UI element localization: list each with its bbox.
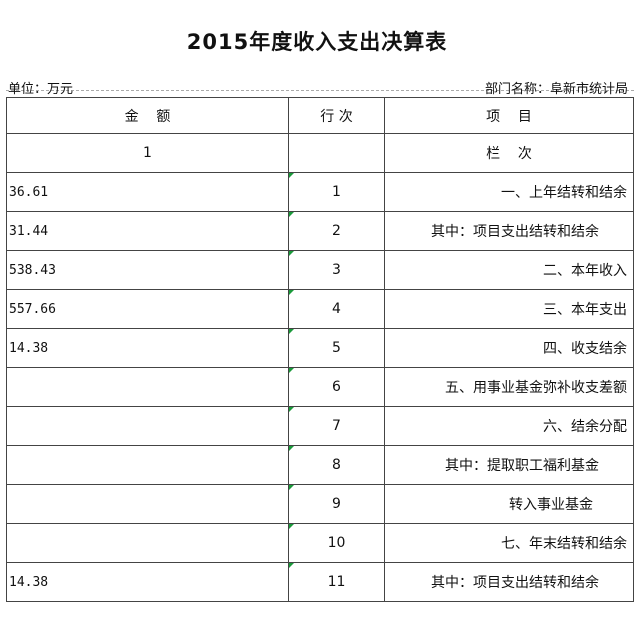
row-number-cell[interactable]: 11 (288, 562, 385, 602)
item-cell[interactable]: 二、本年收入 (384, 250, 634, 290)
report-title: 2015年度收入支出决算表 (186, 30, 448, 54)
table-row: 36.61 1 一、上年结转和结余 (6, 172, 634, 212)
amount-cell[interactable]: 14.38 (6, 562, 289, 602)
table-row: 6 五、用事业基金弥补收支差额 (6, 367, 634, 407)
item-cell[interactable]: 其中：提取职工福利基金 (384, 445, 634, 485)
budget-table: 金 额 行 次 项 目 1 栏 次 36.61 1 一、上年结转和结余 31.4… (6, 97, 634, 602)
department-label: 部门名称：阜新市统计局 (484, 82, 628, 97)
row-number-cell[interactable]: 6 (288, 367, 385, 407)
item-cell[interactable]: 五、用事业基金弥补收支差额 (384, 367, 634, 407)
row-number-cell[interactable]: 9 (288, 484, 385, 524)
header-item: 项 目 (384, 97, 634, 134)
amount-cell[interactable] (6, 406, 289, 446)
table-row: 9 转入事业基金 (6, 484, 634, 524)
column-index-row: 1 栏 次 (6, 133, 634, 173)
header-amount: 金 额 (6, 97, 289, 134)
row-number-cell[interactable]: 2 (288, 211, 385, 251)
table-row: 557.66 4 三、本年支出 (6, 289, 634, 329)
item-cell[interactable]: 一、上年结转和结余 (384, 172, 634, 212)
amount-cell[interactable] (6, 484, 289, 524)
header-row-number: 行 次 (288, 97, 385, 134)
table-row: 14.38 5 四、收支结余 (6, 328, 634, 368)
amount-cell[interactable]: 14.38 (6, 328, 289, 368)
row-number-cell[interactable]: 8 (288, 445, 385, 485)
amount-cell[interactable]: 538.43 (6, 250, 289, 290)
column-index-item: 栏 次 (384, 133, 634, 173)
amount-cell[interactable] (6, 523, 289, 563)
amount-cell[interactable]: 36.61 (6, 172, 289, 212)
item-cell[interactable]: 其中：项目支出结转和结余 (384, 211, 634, 251)
item-cell[interactable]: 六、结余分配 (384, 406, 634, 446)
table-row: 8 其中：提取职工福利基金 (6, 445, 634, 485)
table-row: 10 七、年末结转和结余 (6, 523, 634, 563)
amount-cell[interactable] (6, 367, 289, 407)
amount-cell[interactable] (6, 445, 289, 485)
column-index-row-number (288, 133, 385, 173)
table-row: 7 六、结余分配 (6, 406, 634, 446)
item-cell[interactable]: 四、收支结余 (384, 328, 634, 368)
row-number-cell[interactable]: 5 (288, 328, 385, 368)
table-row: 14.38 11 其中：项目支出结转和结余 (6, 562, 634, 602)
row-number-cell[interactable]: 1 (288, 172, 385, 212)
row-number-cell[interactable]: 3 (288, 250, 385, 290)
row-number-cell[interactable]: 10 (288, 523, 385, 563)
row-number-cell[interactable]: 4 (288, 289, 385, 329)
amount-cell[interactable]: 31.44 (6, 211, 289, 251)
item-cell[interactable]: 转入事业基金 (384, 484, 634, 524)
unit-label: 单位：万元 (8, 82, 74, 97)
amount-cell[interactable]: 557.66 (6, 289, 289, 329)
table-header-row: 金 额 行 次 项 目 (6, 97, 634, 134)
row-number-cell[interactable]: 7 (288, 406, 385, 446)
item-cell[interactable]: 七、年末结转和结余 (384, 523, 634, 563)
column-index-amount: 1 (6, 133, 289, 173)
item-cell[interactable]: 其中：项目支出结转和结余 (384, 562, 634, 602)
item-cell[interactable]: 三、本年支出 (384, 289, 634, 329)
table-row: 538.43 3 二、本年收入 (6, 250, 634, 290)
table-row: 31.44 2 其中：项目支出结转和结余 (6, 211, 634, 251)
